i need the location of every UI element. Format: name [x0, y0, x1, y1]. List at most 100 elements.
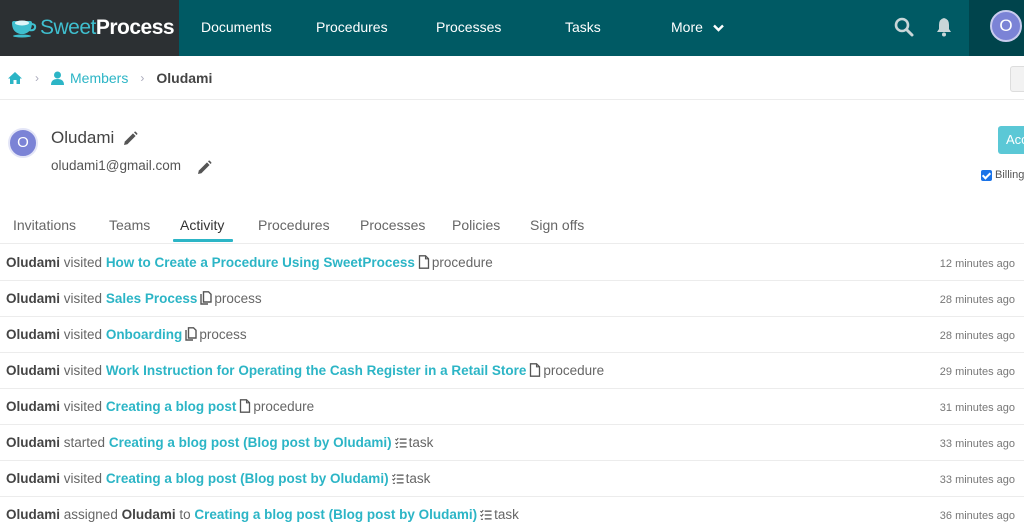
task-list-icon — [391, 463, 404, 484]
user-icon — [51, 71, 64, 85]
tab-sign-offs[interactable]: Sign offs — [530, 217, 584, 233]
task-list-icon — [480, 499, 492, 520]
activity-row: Oludami visited Creating a blog post proc… — [0, 389, 1024, 425]
edit-email-pencil-icon[interactable] — [196, 160, 212, 176]
document-icon — [239, 391, 251, 413]
activity-verb: visited — [63, 255, 103, 270]
activity-row: Oludami visited Onboarding process 28 minu… — [0, 317, 1024, 353]
brand-process: Process — [95, 16, 175, 39]
activity-row: Oludami visited How to Create a Procedur… — [0, 245, 1024, 281]
activity-link[interactable]: Sales Process — [106, 291, 198, 306]
activity-link[interactable]: How to Create a Procedure Using SweetPro… — [106, 255, 415, 270]
breadcrumb: › Members › Oludami — [0, 56, 1024, 100]
tab-invitations[interactable]: Invitations — [13, 217, 76, 233]
brand-sweet: Sweet — [40, 16, 96, 39]
activity-target-user[interactable]: Oludami — [122, 507, 176, 522]
activity-actor[interactable]: Oludami — [6, 363, 60, 378]
activity-time: 36 minutes ago — [939, 510, 1015, 522]
nav-documents[interactable]: Documents — [201, 0, 272, 56]
activity-type: task — [405, 471, 431, 486]
activity-actor[interactable]: Oludami — [6, 291, 60, 306]
breadcrumb-current: Oludami — [156, 69, 213, 86]
activity-verb: visited — [63, 291, 103, 306]
tab-procedures[interactable]: Procedures — [258, 217, 330, 233]
activity-row: Oludami started Creating a blog post (Bl… — [0, 425, 1024, 461]
logo[interactable]: Sweet Process — [0, 0, 179, 56]
profile-name: Oludami — [51, 128, 115, 147]
active-tab-indicator — [173, 239, 233, 242]
activity-link[interactable]: Creating a blog post (Blog post by Oluda… — [109, 435, 392, 450]
activity-type: process — [199, 327, 247, 342]
activity-row: Oludami visited Creating a blog post (Bl… — [0, 461, 1024, 497]
user-avatar[interactable]: O — [990, 10, 1022, 42]
breadcrumb-separator: › — [140, 70, 145, 85]
activity-verb: started — [63, 435, 106, 450]
activity-time: 12 minutes ago — [939, 258, 1015, 270]
copy-icon — [185, 319, 198, 341]
activity-link[interactable]: Creating a blog post — [106, 399, 237, 414]
activity-link[interactable]: Onboarding — [106, 327, 183, 342]
activity-actor[interactable]: Oludami — [6, 255, 60, 270]
profile-email: oludami1@gmail.com — [51, 158, 182, 173]
activity-row: Oludami visited Sales Process process 28 m… — [0, 281, 1024, 317]
coffee-cup-logo-icon — [12, 20, 37, 38]
nav-procedures[interactable]: Procedures — [316, 0, 388, 56]
tab-teams[interactable]: Teams — [109, 217, 150, 233]
nav-more-label: More — [671, 19, 703, 35]
activity-actor[interactable]: Oludami — [6, 507, 60, 522]
nav-more[interactable]: More — [671, 0, 724, 56]
activity-row: Oludami visited Work Instruction for Ope… — [0, 353, 1024, 389]
activity-actor[interactable]: Oludami — [6, 327, 60, 342]
tab-activity[interactable]: Activity — [180, 217, 224, 233]
activity-row: Oludami assigned Oludami to Creating a b… — [0, 497, 1024, 527]
activity-time: 33 minutes ago — [939, 474, 1015, 486]
activity-type: procedure — [431, 255, 493, 270]
activity-time: 28 minutes ago — [939, 330, 1015, 342]
billing-label: Billing — [995, 169, 1024, 181]
profile-avatar: O — [8, 128, 38, 158]
breadcrumb-members-link[interactable]: Members — [70, 70, 128, 86]
activity-link[interactable]: Creating a blog post (Blog post by Oluda… — [194, 507, 477, 522]
activity-connector: to — [179, 507, 191, 522]
activity-verb: visited — [63, 327, 103, 342]
document-icon — [529, 355, 541, 377]
top-navbar: Sweet Process Documents Procedures Proces… — [0, 0, 1024, 56]
activity-type: procedure — [543, 363, 605, 378]
billing-checkbox[interactable]: Billing — [981, 169, 1024, 181]
activity-actor[interactable]: Oludami — [6, 435, 60, 450]
nav-processes[interactable]: Processes — [436, 0, 501, 56]
members-toggle-button[interactable] — [1010, 66, 1024, 92]
activity-verb: assigned — [63, 507, 118, 522]
account-action-button[interactable]: Acc — [998, 126, 1024, 154]
activity-type: task — [408, 435, 434, 450]
activity-list: Oludami visited How to Create a Procedur… — [0, 245, 1024, 527]
activity-time: 31 minutes ago — [939, 402, 1015, 414]
search-icon[interactable] — [893, 16, 915, 38]
copy-icon — [200, 283, 213, 305]
activity-time: 29 minutes ago — [939, 366, 1015, 378]
tab-processes[interactable]: Processes — [360, 217, 425, 233]
activity-link[interactable]: Work Instruction for Operating the Cash … — [106, 363, 527, 378]
activity-type: task — [494, 507, 519, 522]
activity-link[interactable]: Creating a blog post (Blog post by Oluda… — [106, 471, 389, 486]
tab-policies[interactable]: Policies — [452, 217, 500, 233]
activity-time: 33 minutes ago — [939, 438, 1015, 450]
checkbox-checked-icon — [981, 169, 992, 181]
document-icon — [418, 247, 430, 269]
activity-time: 28 minutes ago — [939, 294, 1015, 306]
home-icon[interactable] — [7, 71, 23, 85]
nav-tasks[interactable]: Tasks — [565, 0, 601, 56]
bell-icon[interactable] — [933, 16, 955, 38]
activity-type: procedure — [253, 399, 315, 414]
activity-verb: visited — [63, 363, 103, 378]
activity-verb: visited — [63, 471, 103, 486]
activity-type: process — [214, 291, 262, 306]
edit-name-pencil-icon[interactable] — [122, 131, 138, 147]
profile-tabs: Invitations Teams Activity Procedures Pr… — [0, 208, 1024, 244]
activity-actor[interactable]: Oludami — [6, 471, 60, 486]
activity-verb: visited — [63, 399, 103, 414]
breadcrumb-separator: › — [35, 70, 39, 85]
task-list-icon — [394, 427, 407, 448]
activity-actor[interactable]: Oludami — [6, 399, 60, 414]
chevron-down-icon — [712, 24, 724, 32]
